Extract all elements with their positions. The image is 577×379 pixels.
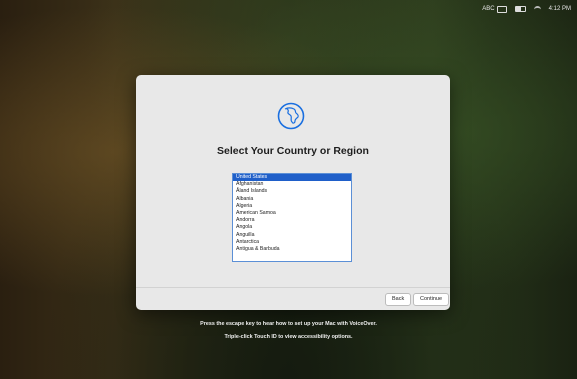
- page-title: Select Your Country or Region: [217, 145, 369, 157]
- country-list-item[interactable]: Albania: [233, 196, 351, 203]
- continue-button[interactable]: Continue: [413, 293, 450, 306]
- back-button[interactable]: Back: [385, 293, 412, 306]
- keyboard-icon: [496, 5, 507, 13]
- country-list-item[interactable]: Andorra: [233, 217, 351, 224]
- country-list[interactable]: United States Afghanistan Åland Islands Alb…: [232, 173, 352, 262]
- setup-assistant-window: Select Your Country or Region United Sta…: [136, 75, 450, 310]
- accessibility-hint: Triple-click Touch ID to view accessibil…: [224, 334, 353, 340]
- menu-bar: ABC 4:12 PM: [476, 0, 577, 18]
- globe-icon: [277, 102, 305, 130]
- country-list-item[interactable]: Angola: [233, 224, 351, 231]
- country-list-item[interactable]: Algeria: [233, 203, 351, 210]
- country-list-item[interactable]: United States: [233, 174, 351, 182]
- input-source-menu[interactable]: ABC: [482, 5, 507, 13]
- clock[interactable]: 4:12 PM: [549, 6, 571, 12]
- wifi-icon[interactable]: [533, 5, 541, 13]
- country-list-item[interactable]: Antarctica: [233, 239, 351, 246]
- voiceover-hint: Press the escape key to hear how to set …: [200, 321, 377, 327]
- country-list-item[interactable]: Anguilla: [233, 232, 351, 239]
- country-list-item[interactable]: American Samoa: [233, 210, 351, 217]
- country-list-item[interactable]: Åland Islands: [233, 188, 351, 195]
- country-list-item[interactable]: Antigua & Barbuda: [233, 246, 351, 253]
- input-source-label: ABC: [482, 6, 495, 12]
- button-bar: Back Continue: [136, 287, 450, 310]
- battery-icon[interactable]: [514, 6, 526, 12]
